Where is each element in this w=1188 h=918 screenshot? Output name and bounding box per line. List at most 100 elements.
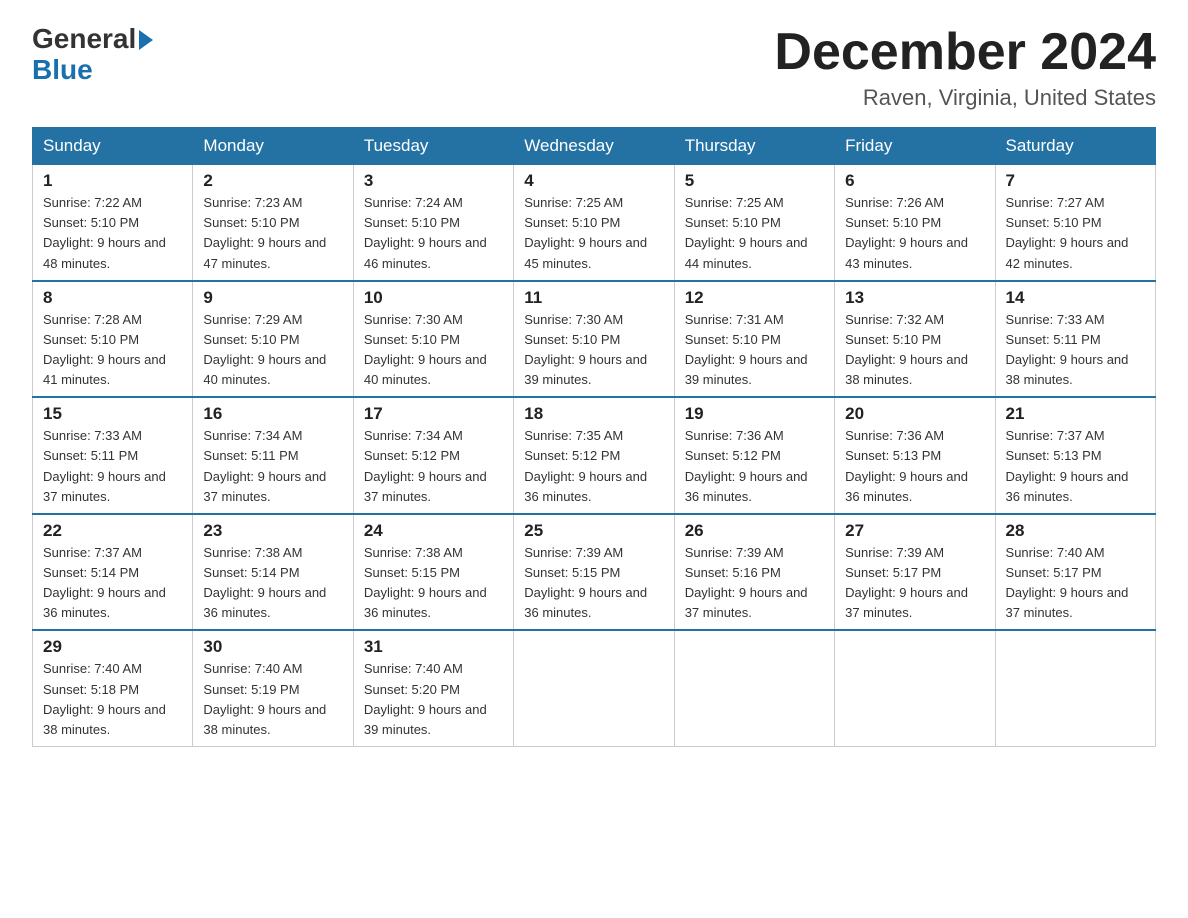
calendar-day-cell: 11Sunrise: 7:30 AMSunset: 5:10 PMDayligh… xyxy=(514,281,674,398)
day-info: Sunrise: 7:23 AMSunset: 5:10 PMDaylight:… xyxy=(203,193,342,274)
day-number: 19 xyxy=(685,404,824,424)
calendar-day-cell: 10Sunrise: 7:30 AMSunset: 5:10 PMDayligh… xyxy=(353,281,513,398)
title-block: December 2024 Raven, Virginia, United St… xyxy=(774,24,1156,111)
day-number: 23 xyxy=(203,521,342,541)
calendar-day-cell: 9Sunrise: 7:29 AMSunset: 5:10 PMDaylight… xyxy=(193,281,353,398)
day-number: 14 xyxy=(1006,288,1145,308)
day-number: 25 xyxy=(524,521,663,541)
day-info: Sunrise: 7:24 AMSunset: 5:10 PMDaylight:… xyxy=(364,193,503,274)
calendar-day-cell: 12Sunrise: 7:31 AMSunset: 5:10 PMDayligh… xyxy=(674,281,834,398)
calendar-table: SundayMondayTuesdayWednesdayThursdayFrid… xyxy=(32,127,1156,747)
calendar-day-cell: 4Sunrise: 7:25 AMSunset: 5:10 PMDaylight… xyxy=(514,165,674,281)
day-number: 28 xyxy=(1006,521,1145,541)
logo: General Blue xyxy=(32,24,153,86)
calendar-day-cell: 19Sunrise: 7:36 AMSunset: 5:12 PMDayligh… xyxy=(674,397,834,514)
calendar-day-cell xyxy=(514,630,674,746)
day-number: 30 xyxy=(203,637,342,657)
day-info: Sunrise: 7:38 AMSunset: 5:15 PMDaylight:… xyxy=(364,543,503,624)
day-info: Sunrise: 7:33 AMSunset: 5:11 PMDaylight:… xyxy=(43,426,182,507)
day-info: Sunrise: 7:36 AMSunset: 5:13 PMDaylight:… xyxy=(845,426,984,507)
calendar-day-cell: 17Sunrise: 7:34 AMSunset: 5:12 PMDayligh… xyxy=(353,397,513,514)
day-number: 15 xyxy=(43,404,182,424)
day-info: Sunrise: 7:30 AMSunset: 5:10 PMDaylight:… xyxy=(364,310,503,391)
day-number: 11 xyxy=(524,288,663,308)
day-info: Sunrise: 7:37 AMSunset: 5:14 PMDaylight:… xyxy=(43,543,182,624)
calendar-day-cell: 7Sunrise: 7:27 AMSunset: 5:10 PMDaylight… xyxy=(995,165,1155,281)
calendar-day-cell: 3Sunrise: 7:24 AMSunset: 5:10 PMDaylight… xyxy=(353,165,513,281)
day-info: Sunrise: 7:40 AMSunset: 5:19 PMDaylight:… xyxy=(203,659,342,740)
day-info: Sunrise: 7:26 AMSunset: 5:10 PMDaylight:… xyxy=(845,193,984,274)
day-number: 13 xyxy=(845,288,984,308)
day-number: 26 xyxy=(685,521,824,541)
day-info: Sunrise: 7:35 AMSunset: 5:12 PMDaylight:… xyxy=(524,426,663,507)
weekday-header-sunday: Sunday xyxy=(33,128,193,165)
calendar-day-cell xyxy=(995,630,1155,746)
day-info: Sunrise: 7:39 AMSunset: 5:17 PMDaylight:… xyxy=(845,543,984,624)
calendar-day-cell: 8Sunrise: 7:28 AMSunset: 5:10 PMDaylight… xyxy=(33,281,193,398)
day-info: Sunrise: 7:40 AMSunset: 5:20 PMDaylight:… xyxy=(364,659,503,740)
day-number: 7 xyxy=(1006,171,1145,191)
day-info: Sunrise: 7:22 AMSunset: 5:10 PMDaylight:… xyxy=(43,193,182,274)
day-info: Sunrise: 7:34 AMSunset: 5:12 PMDaylight:… xyxy=(364,426,503,507)
day-info: Sunrise: 7:31 AMSunset: 5:10 PMDaylight:… xyxy=(685,310,824,391)
logo-line1: General xyxy=(32,24,153,55)
calendar-day-cell: 21Sunrise: 7:37 AMSunset: 5:13 PMDayligh… xyxy=(995,397,1155,514)
day-number: 3 xyxy=(364,171,503,191)
day-info: Sunrise: 7:38 AMSunset: 5:14 PMDaylight:… xyxy=(203,543,342,624)
calendar-week-row: 29Sunrise: 7:40 AMSunset: 5:18 PMDayligh… xyxy=(33,630,1156,746)
day-number: 22 xyxy=(43,521,182,541)
calendar-day-cell: 27Sunrise: 7:39 AMSunset: 5:17 PMDayligh… xyxy=(835,514,995,631)
calendar-day-cell: 13Sunrise: 7:32 AMSunset: 5:10 PMDayligh… xyxy=(835,281,995,398)
day-number: 21 xyxy=(1006,404,1145,424)
day-info: Sunrise: 7:29 AMSunset: 5:10 PMDaylight:… xyxy=(203,310,342,391)
weekday-header-monday: Monday xyxy=(193,128,353,165)
day-number: 31 xyxy=(364,637,503,657)
day-number: 29 xyxy=(43,637,182,657)
calendar-day-cell: 16Sunrise: 7:34 AMSunset: 5:11 PMDayligh… xyxy=(193,397,353,514)
day-number: 27 xyxy=(845,521,984,541)
day-number: 2 xyxy=(203,171,342,191)
day-number: 16 xyxy=(203,404,342,424)
location-title: Raven, Virginia, United States xyxy=(774,85,1156,111)
calendar-day-cell: 31Sunrise: 7:40 AMSunset: 5:20 PMDayligh… xyxy=(353,630,513,746)
day-info: Sunrise: 7:40 AMSunset: 5:17 PMDaylight:… xyxy=(1006,543,1145,624)
day-number: 24 xyxy=(364,521,503,541)
page-header: General Blue December 2024 Raven, Virgin… xyxy=(32,24,1156,111)
calendar-day-cell: 22Sunrise: 7:37 AMSunset: 5:14 PMDayligh… xyxy=(33,514,193,631)
calendar-day-cell xyxy=(835,630,995,746)
day-info: Sunrise: 7:34 AMSunset: 5:11 PMDaylight:… xyxy=(203,426,342,507)
calendar-day-cell: 28Sunrise: 7:40 AMSunset: 5:17 PMDayligh… xyxy=(995,514,1155,631)
day-number: 18 xyxy=(524,404,663,424)
weekday-header-row: SundayMondayTuesdayWednesdayThursdayFrid… xyxy=(33,128,1156,165)
day-info: Sunrise: 7:27 AMSunset: 5:10 PMDaylight:… xyxy=(1006,193,1145,274)
calendar-day-cell: 5Sunrise: 7:25 AMSunset: 5:10 PMDaylight… xyxy=(674,165,834,281)
day-info: Sunrise: 7:32 AMSunset: 5:10 PMDaylight:… xyxy=(845,310,984,391)
calendar-day-cell: 2Sunrise: 7:23 AMSunset: 5:10 PMDaylight… xyxy=(193,165,353,281)
calendar-week-row: 15Sunrise: 7:33 AMSunset: 5:11 PMDayligh… xyxy=(33,397,1156,514)
calendar-day-cell: 6Sunrise: 7:26 AMSunset: 5:10 PMDaylight… xyxy=(835,165,995,281)
day-number: 8 xyxy=(43,288,182,308)
calendar-day-cell xyxy=(674,630,834,746)
weekday-header-saturday: Saturday xyxy=(995,128,1155,165)
weekday-header-tuesday: Tuesday xyxy=(353,128,513,165)
day-number: 12 xyxy=(685,288,824,308)
logo-line2: Blue xyxy=(32,55,93,86)
day-info: Sunrise: 7:36 AMSunset: 5:12 PMDaylight:… xyxy=(685,426,824,507)
calendar-day-cell: 25Sunrise: 7:39 AMSunset: 5:15 PMDayligh… xyxy=(514,514,674,631)
day-info: Sunrise: 7:33 AMSunset: 5:11 PMDaylight:… xyxy=(1006,310,1145,391)
day-number: 1 xyxy=(43,171,182,191)
day-number: 20 xyxy=(845,404,984,424)
calendar-day-cell: 14Sunrise: 7:33 AMSunset: 5:11 PMDayligh… xyxy=(995,281,1155,398)
calendar-day-cell: 26Sunrise: 7:39 AMSunset: 5:16 PMDayligh… xyxy=(674,514,834,631)
day-info: Sunrise: 7:37 AMSunset: 5:13 PMDaylight:… xyxy=(1006,426,1145,507)
weekday-header-friday: Friday xyxy=(835,128,995,165)
day-info: Sunrise: 7:25 AMSunset: 5:10 PMDaylight:… xyxy=(685,193,824,274)
calendar-day-cell: 15Sunrise: 7:33 AMSunset: 5:11 PMDayligh… xyxy=(33,397,193,514)
day-info: Sunrise: 7:25 AMSunset: 5:10 PMDaylight:… xyxy=(524,193,663,274)
calendar-day-cell: 30Sunrise: 7:40 AMSunset: 5:19 PMDayligh… xyxy=(193,630,353,746)
calendar-day-cell: 20Sunrise: 7:36 AMSunset: 5:13 PMDayligh… xyxy=(835,397,995,514)
calendar-week-row: 8Sunrise: 7:28 AMSunset: 5:10 PMDaylight… xyxy=(33,281,1156,398)
day-number: 10 xyxy=(364,288,503,308)
calendar-day-cell: 24Sunrise: 7:38 AMSunset: 5:15 PMDayligh… xyxy=(353,514,513,631)
weekday-header-thursday: Thursday xyxy=(674,128,834,165)
